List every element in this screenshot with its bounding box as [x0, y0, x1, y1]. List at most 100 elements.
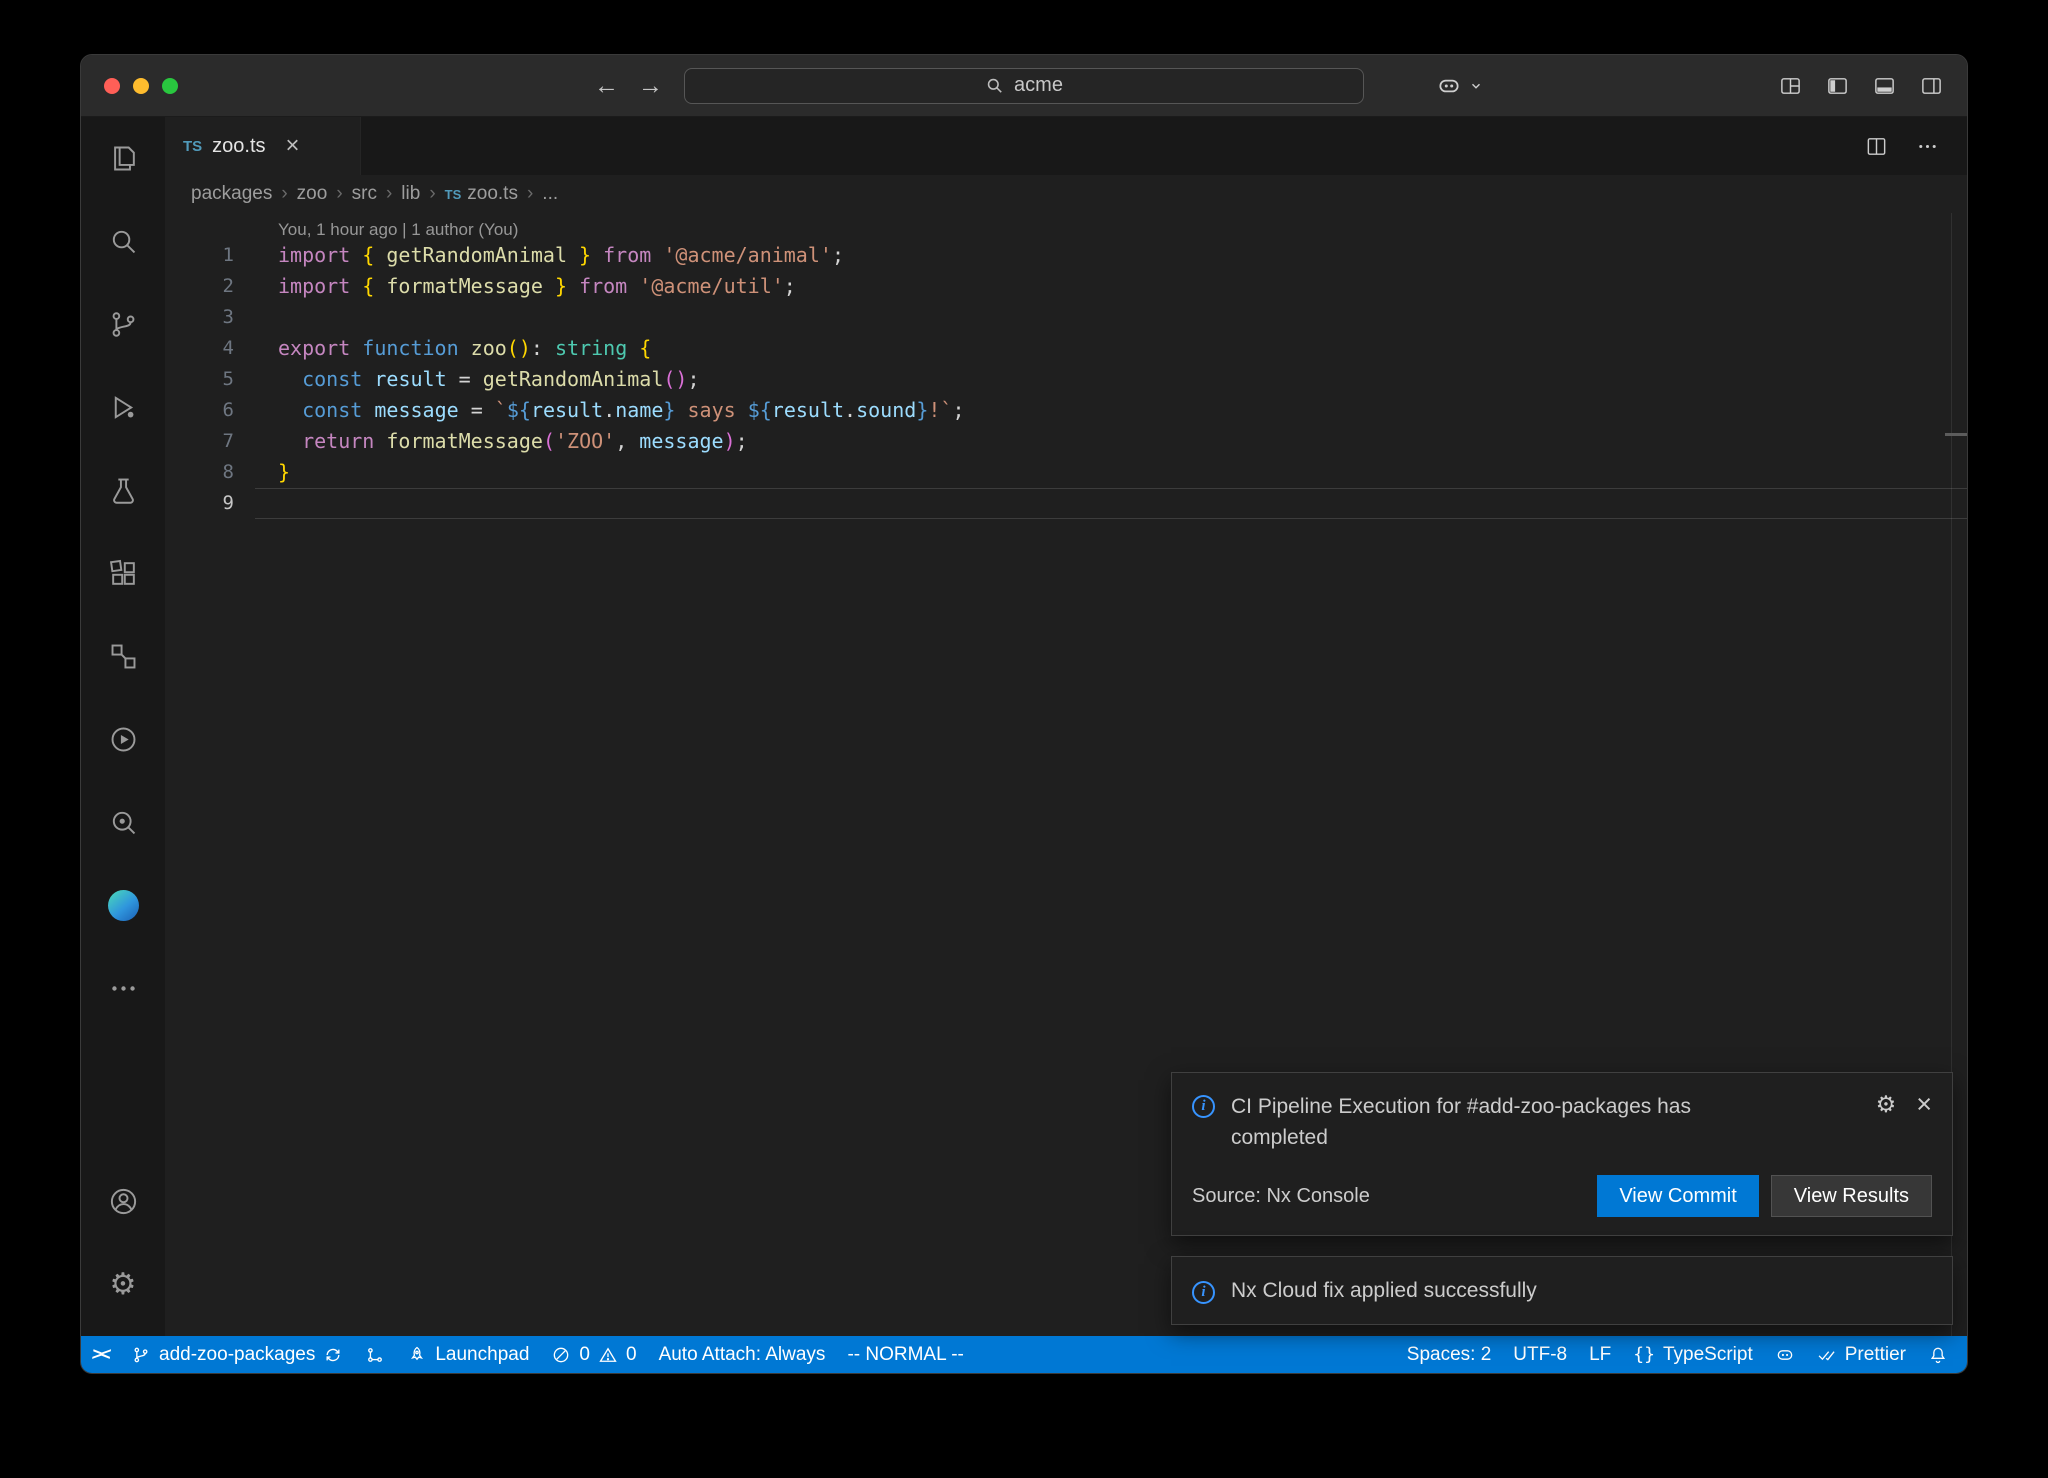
toggle-secondary-sidebar-icon[interactable] [1920, 74, 1943, 97]
source-control-icon[interactable] [81, 283, 165, 366]
view-results-button[interactable]: View Results [1771, 1175, 1932, 1217]
language-mode-item[interactable]: {} TypeScript [1622, 1336, 1763, 1373]
line-number: 5 [165, 364, 234, 395]
tab-label: zoo.ts [212, 135, 265, 158]
toggle-primary-sidebar-icon[interactable] [1826, 74, 1849, 97]
activity-bar-bottom: ⚙ [81, 1160, 165, 1336]
launchpad-item[interactable]: Launchpad [396, 1336, 540, 1373]
line-content: const result = getRandomAnimal(); [234, 364, 700, 395]
code-lines: 1import { getRandomAnimal } from '@acme/… [165, 240, 1967, 519]
breadcrumb-item[interactable]: ... [542, 183, 558, 205]
status-bar-right: Spaces: 2 UTF-8 LF {} TypeScript Prettie… [1396, 1336, 1967, 1373]
notifications-bell-item[interactable] [1917, 1336, 1959, 1373]
breadcrumb-item[interactable]: packages [191, 183, 272, 205]
copilot-icon [1436, 73, 1462, 99]
more-actions-icon[interactable] [1916, 135, 1939, 158]
breadcrumb[interactable]: packages›zoo›src›lib›TSzoo.ts›... [165, 175, 1967, 213]
line-number: 7 [165, 426, 234, 457]
gitlens-icon[interactable] [81, 781, 165, 864]
problems-item[interactable]: 0 0 [540, 1336, 647, 1373]
run-and-debug-icon[interactable] [81, 366, 165, 449]
tab-close-icon[interactable]: × [286, 134, 300, 158]
code-line-4[interactable]: 4export function zoo(): string { [165, 333, 1967, 364]
notification-close-icon[interactable]: × [1916, 1091, 1932, 1118]
code-line-2[interactable]: 2import { formatMessage } from '@acme/ut… [165, 271, 1967, 302]
split-editor-icon[interactable] [1865, 135, 1888, 158]
search-sidebar-icon[interactable] [81, 200, 165, 283]
more-views-icon[interactable] [81, 947, 165, 1030]
code-line-8[interactable]: 8} [165, 457, 1967, 488]
code-line-5[interactable]: 5 const result = getRandomAnimal(); [165, 364, 1967, 395]
copilot-status-item[interactable] [1764, 1336, 1806, 1373]
errors-icon [551, 1345, 571, 1365]
breadcrumb-item[interactable]: zoo [297, 183, 328, 205]
line-number: 8 [165, 457, 234, 488]
sync-changes-icon [323, 1345, 343, 1365]
vim-mode-item[interactable]: -- NORMAL -- [836, 1336, 974, 1373]
line-content: export function zoo(): string { [234, 333, 651, 364]
chevron-down-icon [1469, 79, 1483, 93]
accounts-icon[interactable] [81, 1160, 165, 1243]
line-number: 6 [165, 395, 234, 426]
prettier-item[interactable]: Prettier [1806, 1336, 1917, 1373]
ci-pipeline-notification: i CI Pipeline Execution for #add-zoo-pac… [1171, 1072, 1953, 1236]
extensions-icon[interactable] [81, 532, 165, 615]
eol-item[interactable]: LF [1578, 1336, 1622, 1373]
command-center-search[interactable]: acme [684, 68, 1364, 104]
blame-annotation: You, 1 hour ago | 1 author (You) [165, 213, 1967, 240]
view-commit-button[interactable]: View Commit [1597, 1175, 1758, 1217]
breadcrumb-separator-icon: › [272, 183, 296, 205]
line-content [234, 488, 278, 519]
tab-zoo-ts[interactable]: TS zoo.ts × [165, 117, 361, 175]
code-line-3[interactable]: 3 [165, 302, 1967, 333]
nx-console-icon[interactable] [81, 698, 165, 781]
settings-gear-icon[interactable]: ⚙ [81, 1243, 165, 1326]
status-bar: >< add-zoo-packages Launchpad 0 0 Auto A… [81, 1336, 1967, 1373]
customize-layout-icon[interactable] [1779, 74, 1802, 97]
git-branch-icon [131, 1345, 151, 1365]
layout-controls [1779, 74, 1943, 97]
git-graph-button[interactable] [354, 1336, 396, 1373]
encoding-item[interactable]: UTF-8 [1502, 1336, 1578, 1373]
minimize-window-button[interactable] [133, 78, 149, 94]
breadcrumb-separator-icon: › [377, 183, 401, 205]
breadcrumb-separator-icon: › [420, 183, 444, 205]
breadcrumb-separator-icon: › [518, 183, 542, 205]
explorer-icon[interactable] [81, 117, 165, 200]
remote-indicator[interactable]: >< [81, 1336, 120, 1373]
git-branch-item[interactable]: add-zoo-packages [120, 1336, 354, 1373]
code-line-1[interactable]: 1import { getRandomAnimal } from '@acme/… [165, 240, 1967, 271]
forward-button[interactable]: → [638, 71, 662, 100]
breadcrumb-item[interactable]: src [352, 183, 377, 205]
code-line-9[interactable]: 9 [165, 488, 1967, 519]
search-value: acme [1014, 74, 1063, 97]
line-number: 9 [165, 488, 234, 519]
breadcrumb-item[interactable]: lib [401, 183, 420, 205]
close-window-button[interactable] [104, 78, 120, 94]
breadcrumb-separator-icon: › [327, 183, 351, 205]
code-line-7[interactable]: 7 return formatMessage('ZOO', message); [165, 426, 1967, 457]
project-references-icon[interactable] [81, 615, 165, 698]
indentation-item[interactable]: Spaces: 2 [1396, 1336, 1503, 1373]
edge-devtools-icon[interactable] [81, 864, 165, 947]
back-button[interactable]: ← [594, 71, 618, 100]
code-line-6[interactable]: 6 const message = `${result.name} says $… [165, 395, 1967, 426]
line-number: 1 [165, 240, 234, 271]
git-graph-icon [365, 1345, 385, 1365]
copilot-status-icon [1775, 1345, 1795, 1365]
line-content: import { getRandomAnimal } from '@acme/a… [234, 240, 844, 271]
breadcrumb-item[interactable]: TSzoo.ts [445, 183, 518, 205]
line-content: } [234, 457, 290, 488]
search-icon [985, 76, 1004, 95]
typescript-file-icon: TS [183, 138, 202, 155]
vscode-window: ← → acme [80, 54, 1968, 1374]
notification-settings-gear-icon[interactable]: ⚙ [1876, 1093, 1897, 1116]
line-number: 2 [165, 271, 234, 302]
copilot-menu-button[interactable] [1436, 73, 1483, 99]
testing-icon[interactable] [81, 449, 165, 532]
auto-attach-item[interactable]: Auto Attach: Always [648, 1336, 837, 1373]
typescript-file-icon: TS [445, 187, 462, 202]
toggle-panel-icon[interactable] [1873, 74, 1896, 97]
braces-icon: {} [1633, 1344, 1655, 1365]
maximize-window-button[interactable] [162, 78, 178, 94]
